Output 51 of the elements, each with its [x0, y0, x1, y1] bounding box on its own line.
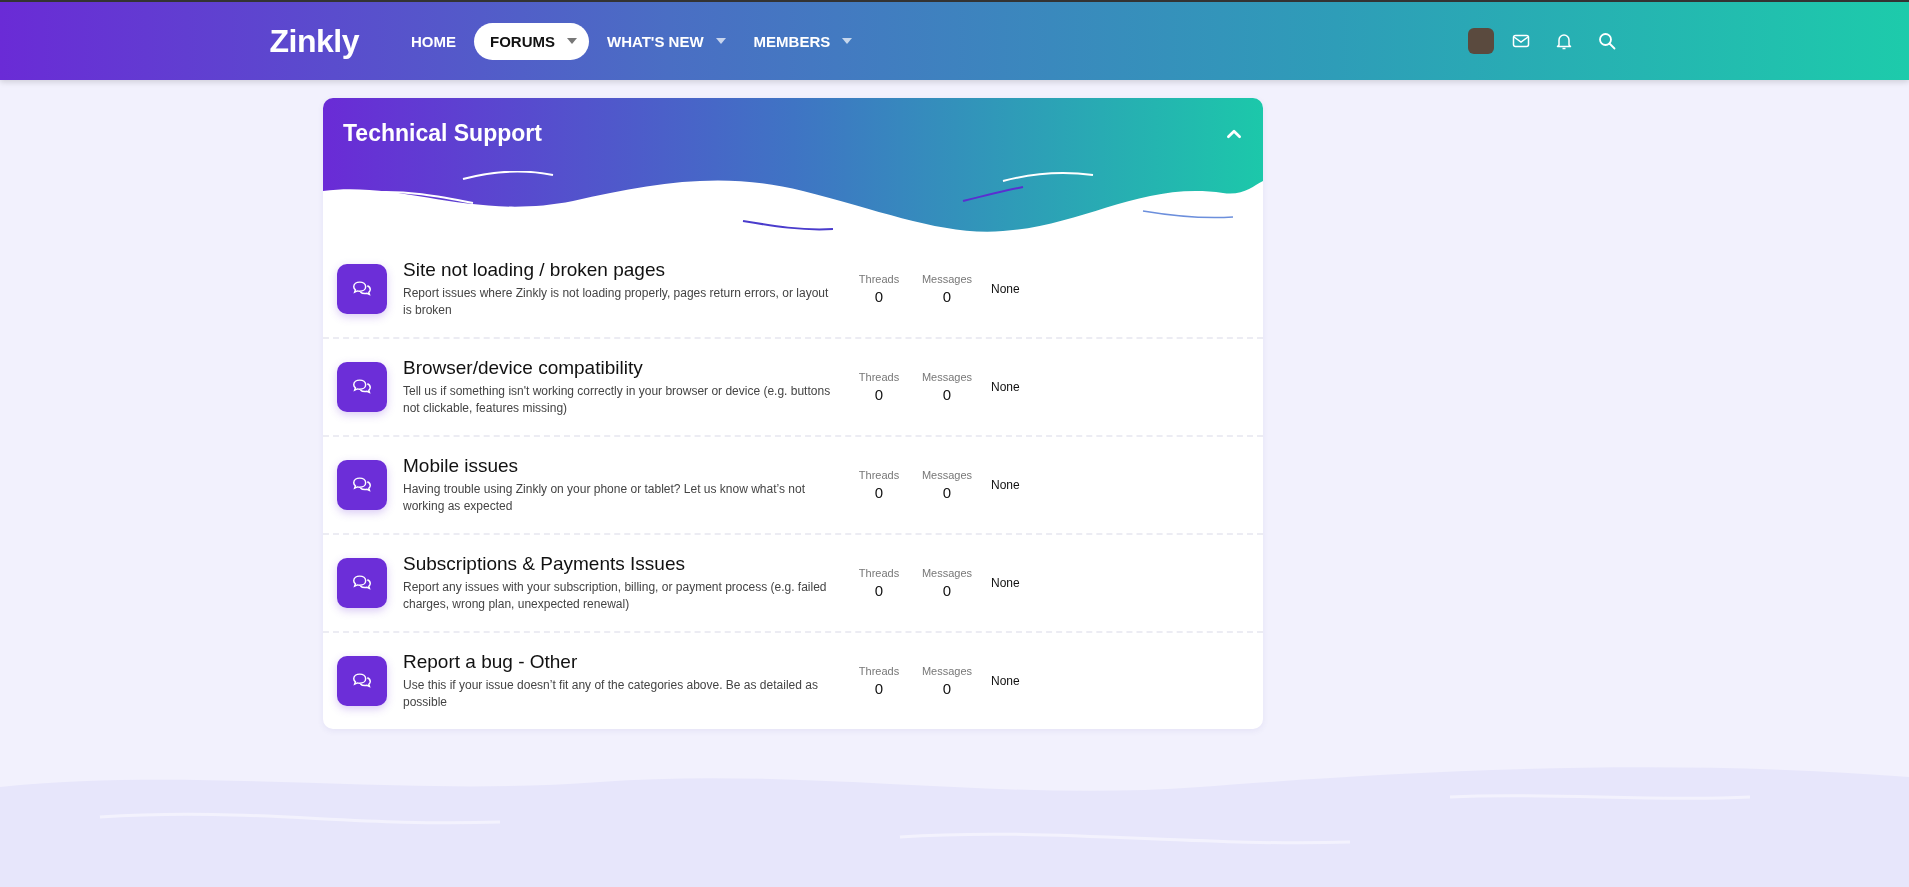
- stat-label: Messages: [921, 469, 973, 481]
- stat-label: Messages: [921, 371, 973, 383]
- nav-tab[interactable]: FORUMS: [473, 22, 589, 60]
- forum-description: Report issues where Zinkly is not loading properly, pages return errors, or layout is broken: [403, 285, 830, 319]
- latest-post-text: None: [991, 576, 1020, 590]
- latest-post-text: None: [991, 674, 1020, 688]
- stat-value: 0: [874, 680, 884, 697]
- stat-label: Threads: [858, 665, 900, 677]
- stat-label: Messages: [921, 273, 973, 285]
- stat-label: Threads: [858, 273, 900, 285]
- stat-value: 0: [874, 582, 884, 599]
- stat-value: 0: [942, 386, 952, 403]
- nav-tab[interactable]: WHAT'S NEW: [596, 22, 736, 60]
- forum-description: Having trouble using Zinkly on your phone or tablet? Let us know what’s not working as expected: [403, 481, 807, 515]
- forum-title-link[interactable]: Mobile issues: [403, 455, 833, 477]
- latest-post-text: None: [991, 380, 1020, 394]
- forum-title-link[interactable]: Browser/device compatibility: [403, 357, 833, 379]
- forum-icon: [337, 558, 387, 608]
- site-logo[interactable]: Zinkly: [269, 22, 359, 60]
- forum-description: Use this if your issue doesn’t fit any of the categories above. Be as detailed as possible: [403, 677, 819, 711]
- caret-icon: [842, 38, 853, 44]
- forum-icon: [337, 362, 387, 412]
- stat-value: 0: [942, 288, 952, 305]
- forum-icon: [337, 656, 387, 706]
- stat-value: 0: [874, 386, 884, 403]
- nav-tab[interactable]: MEMBERS: [743, 22, 863, 60]
- caret-icon: [715, 38, 726, 44]
- stat-label: Threads: [858, 469, 900, 481]
- stat-label: Messages: [921, 567, 973, 579]
- latest-post-text: None: [991, 282, 1020, 296]
- stat-label: Threads: [858, 371, 900, 383]
- stat-value: 0: [942, 680, 952, 697]
- stat-value: 0: [942, 484, 952, 501]
- avatar-placeholder[interactable]: [1467, 28, 1494, 54]
- nav-tab[interactable]: HOME: [400, 22, 466, 60]
- latest-post-text: None: [991, 478, 1020, 492]
- category-title[interactable]: Technical Support: [343, 120, 542, 147]
- stat-value: 0: [942, 582, 952, 599]
- search-icon[interactable]: [1596, 31, 1617, 51]
- caret-icon: [566, 38, 577, 44]
- stat-value: 0: [874, 288, 884, 305]
- forum-title-link[interactable]: Subscriptions & Payments Issues: [403, 553, 833, 575]
- forum-title-link[interactable]: Site not loading / broken pages: [403, 259, 833, 281]
- stat-label: Threads: [858, 567, 900, 579]
- forum-description: Tell us if something isn't working correctly in your browser or device (e.g. buttons not clickable, features missing): [403, 383, 832, 417]
- forum-icon: [337, 460, 387, 510]
- stat-label: Messages: [921, 665, 973, 677]
- forum-description: Report any issues with your subscription, billing, or payment process (e.g. failed charges, wrong plan, unexpected renewal): [403, 579, 828, 613]
- stat-value: 0: [874, 484, 884, 501]
- forum-title-link[interactable]: Report a bug - Other: [403, 651, 833, 673]
- forum-icon: [337, 264, 387, 314]
